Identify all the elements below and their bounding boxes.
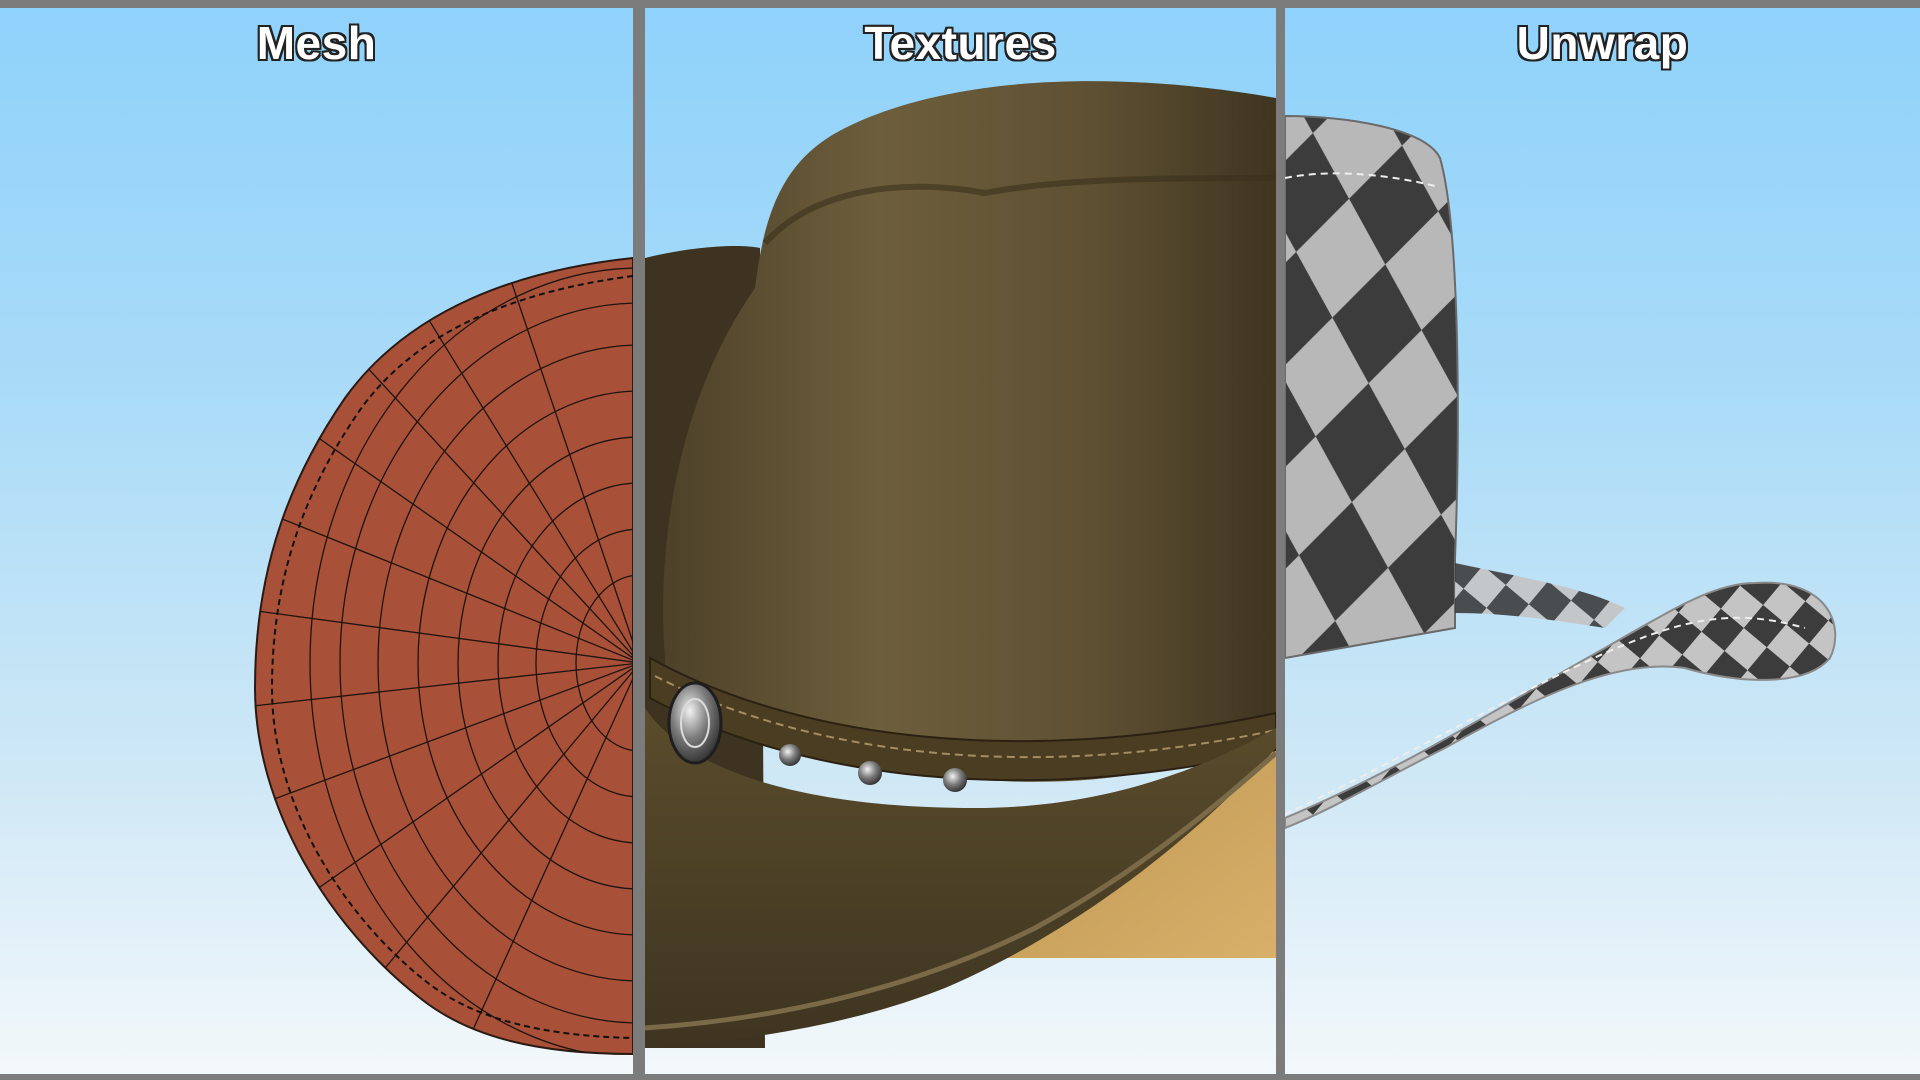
textures-panel: Textures — [645, 8, 1276, 1074]
stud-icon — [779, 744, 801, 766]
hat-crown — [663, 81, 1276, 782]
wireframe-hat-icon — [253, 256, 633, 1056]
render-comparison-frame: Mesh Textures Unwrap — [0, 0, 1920, 1080]
textured-hat-icon — [645, 81, 1276, 1049]
unwrap-panel: Unwrap — [1285, 8, 1920, 1074]
checker-hat-icon — [1285, 114, 1837, 830]
concho-icon — [667, 681, 723, 765]
panel-title-mesh: Mesh — [256, 17, 377, 69]
mesh-panel: Mesh — [0, 8, 633, 1074]
stud-icon — [943, 768, 967, 792]
checker-crown — [1285, 114, 1459, 660]
stud-icon — [858, 761, 882, 785]
panel-title-textures: Textures — [864, 17, 1057, 69]
panel-title-unwrap: Unwrap — [1516, 17, 1689, 69]
